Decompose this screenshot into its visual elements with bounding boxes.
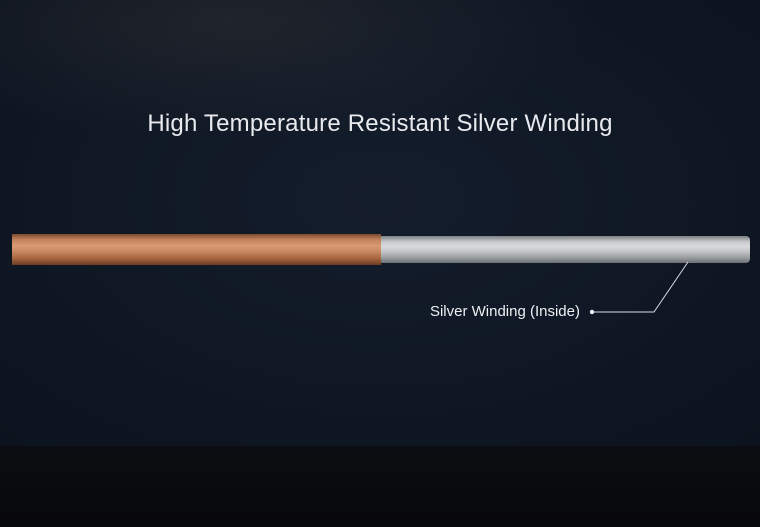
page-title: High Temperature Resistant Silver Windin…: [147, 110, 613, 137]
copper-rod-segment: [12, 234, 381, 265]
callout-label: Silver Winding (Inside): [429, 303, 580, 320]
silver-rod-segment: [381, 236, 750, 263]
floor-band: [0, 446, 760, 527]
background-stage: [0, 0, 760, 446]
